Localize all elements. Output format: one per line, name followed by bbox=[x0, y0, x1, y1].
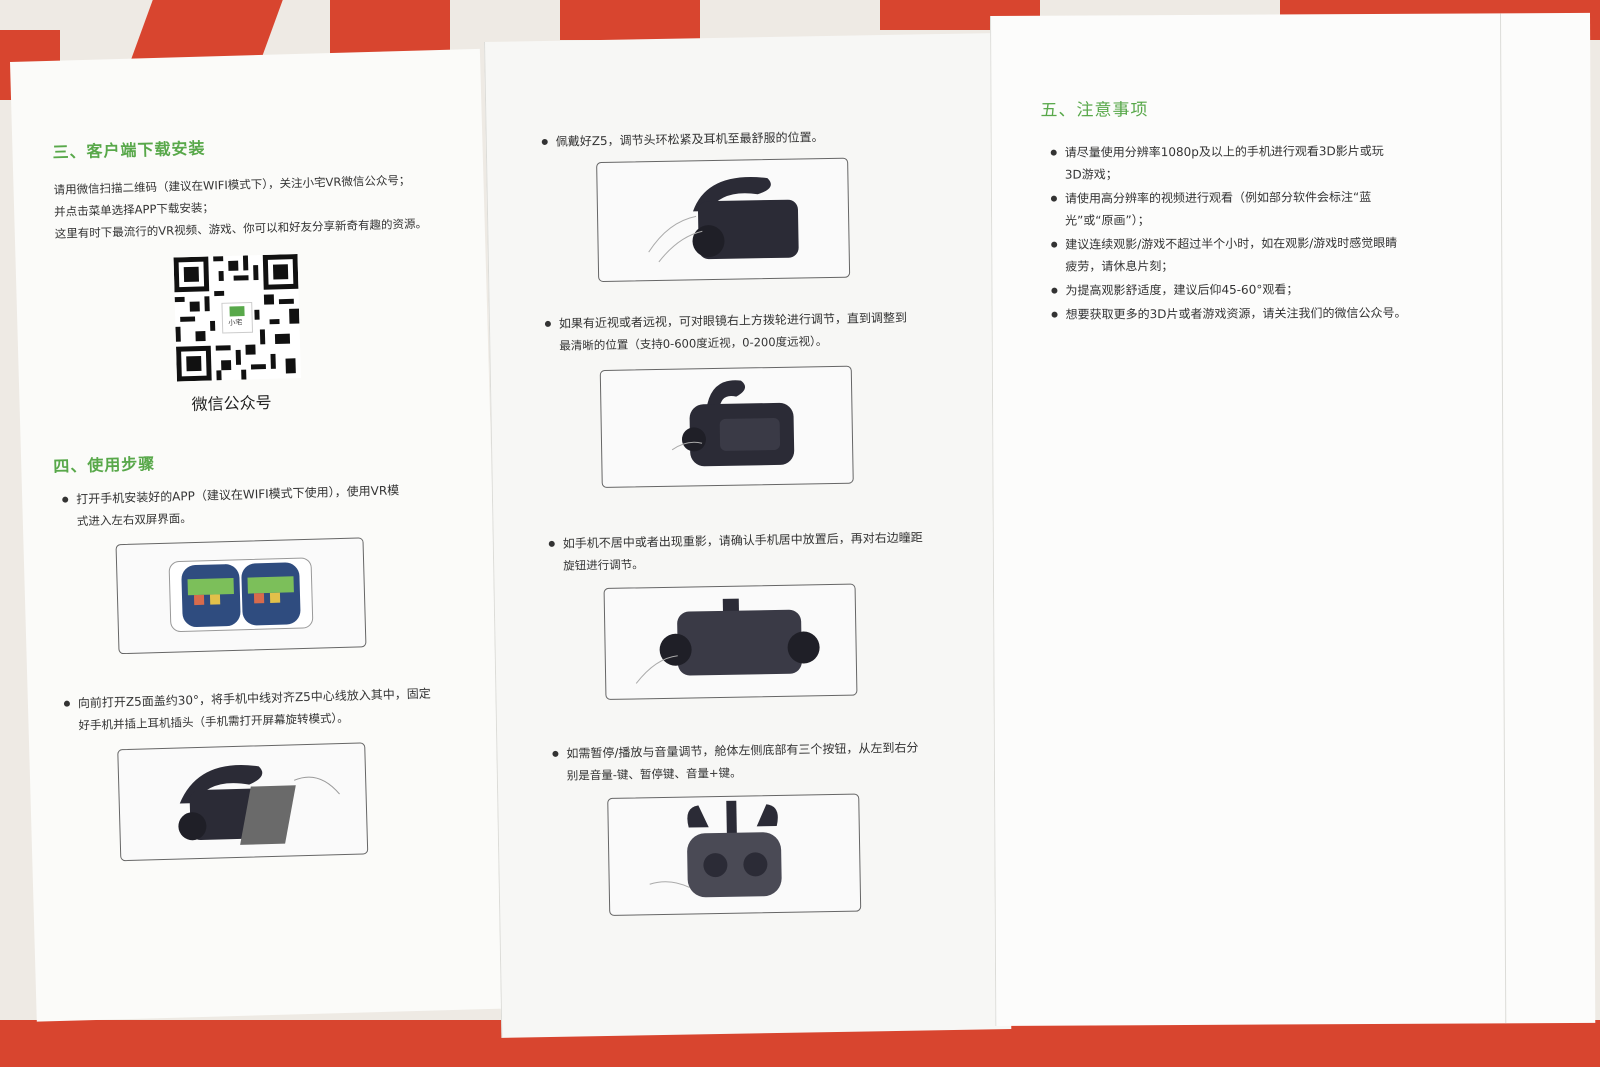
step-6-illustration bbox=[607, 793, 862, 916]
steps-heading: 四、使用步骤 bbox=[53, 454, 156, 476]
step-4-illustration bbox=[599, 365, 854, 489]
fabric-stripe bbox=[560, 0, 700, 40]
step-6-line: 别是音量-键、暂停键、音量+键。 bbox=[566, 765, 742, 783]
notes-heading: 五、注意事项 bbox=[1040, 100, 1149, 121]
step-3-illustration bbox=[596, 157, 851, 283]
step-1-illustration bbox=[115, 537, 367, 655]
step-4-line: 如果有近视或者远视，可对眼镜右上方拨轮进行调节，直到调整到 bbox=[545, 307, 907, 335]
step-4-line: 最清晰的位置（支持0-600度近视，0-200度远视）。 bbox=[559, 334, 828, 353]
qr-code: 小宅 bbox=[173, 254, 301, 382]
qr-caption: 微信公众号 bbox=[191, 392, 272, 415]
note-2-line: 请使用高分辨率的视频进行观看（例如部分软件会标注“蓝 bbox=[1051, 186, 1371, 210]
step-3-line: 佩戴好Z5，调节头环松紧及耳机至最舒服的位置。 bbox=[542, 126, 824, 153]
step-6-line: 如需暂停/播放与音量调节，舱体左侧底部有三个按钮，从左到右分 bbox=[552, 737, 918, 765]
download-heading: 三、客户端下载安装 bbox=[52, 138, 206, 162]
note-1-line: 请尽量使用分辨率1080p及以上的手机进行观看3D影片或玩 bbox=[1051, 140, 1384, 164]
phone-split-screen-icon bbox=[168, 557, 314, 632]
note-3-line: 疲劳，请休息片刻； bbox=[1065, 259, 1174, 274]
right-panel: 五、注意事项 请尽量使用分辨率1080p及以上的手机进行观看3D影片或玩 3D游… bbox=[990, 12, 1596, 1026]
step-5-line: 旋钮进行调节。 bbox=[563, 557, 644, 573]
note-2-line: 光”或“原画”）； bbox=[1065, 213, 1150, 228]
step-5-illustration bbox=[603, 583, 858, 700]
qr-logo-label: 小宅 bbox=[228, 318, 243, 328]
step-2-illustration bbox=[117, 742, 369, 862]
step-1-line: 式进入左右双屏界面。 bbox=[76, 511, 193, 529]
vr-headset-bottom-icon bbox=[649, 800, 782, 898]
note-1-line: 3D游戏； bbox=[1064, 167, 1118, 182]
note-4-line: 为提高观影舒适度，建议后仰45-60°观看； bbox=[1051, 278, 1298, 301]
step-5-line: 如手机不居中或者出现重影，请确认手机居中放置后，再对右边瞳距 bbox=[549, 526, 923, 555]
note-3-line: 建议连续观影/游戏不超过半个小时，如在观影/游戏时感觉眼睛 bbox=[1051, 232, 1397, 256]
vr-headset-front-icon bbox=[671, 380, 795, 467]
vr-headset-side-icon bbox=[648, 177, 799, 263]
download-line: 请用微信扫描二维码（建议在WIFI模式下），关注小宅VR微信公众号； bbox=[53, 172, 411, 197]
step-1-line: 打开手机安装好的APP（建议在WIFI模式下使用），使用VR模 bbox=[62, 479, 400, 510]
vr-headset-open-icon bbox=[178, 765, 340, 845]
vr-headset-back-icon bbox=[635, 598, 820, 684]
note-5-line: 想要获取更多的3D片或者游戏资源，请关注我们的微信公众号。 bbox=[1052, 302, 1407, 326]
fold-line bbox=[1499, 13, 1507, 1024]
left-panel: 三、客户端下载安装 请用微信扫描二维码（建议在WIFI模式下），关注小宅VR微信… bbox=[10, 48, 507, 1022]
middle-panel: 佩戴好Z5，调节头环松紧及耳机至最舒服的位置。 如果有近视或者远视，可对眼镜右上… bbox=[484, 33, 1012, 1038]
